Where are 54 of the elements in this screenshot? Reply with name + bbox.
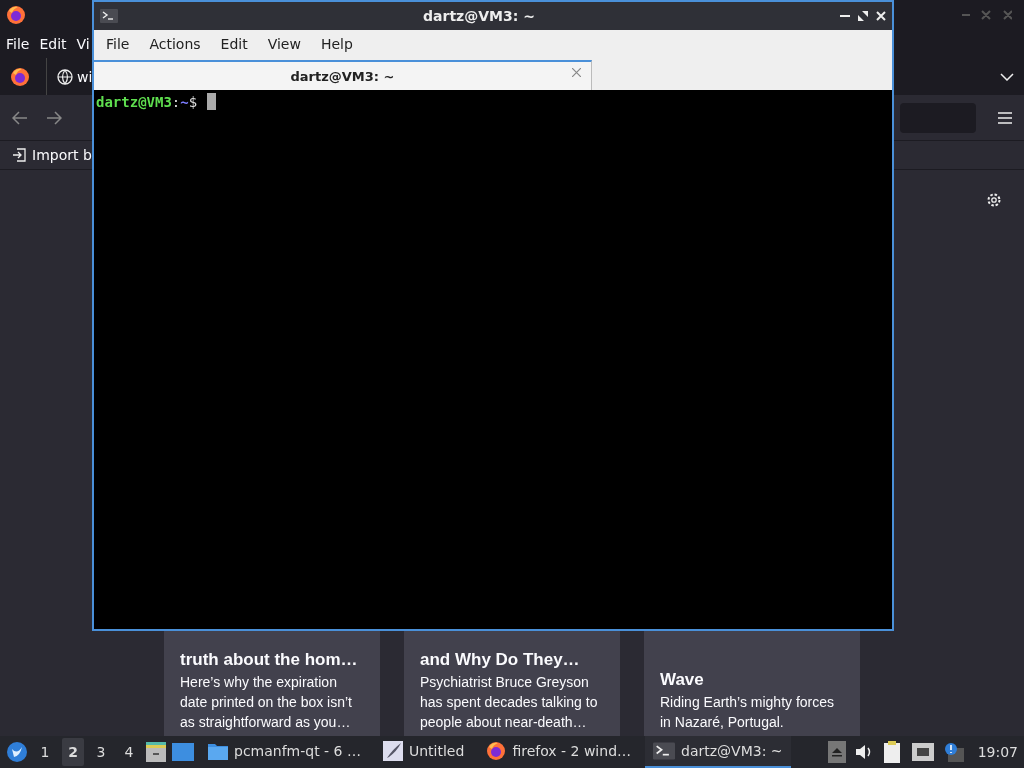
menu-item[interactable]: File (6, 36, 30, 52)
task-button[interactable]: pcmanfm-qt - 6 … (200, 736, 369, 768)
terminal-icon (100, 9, 118, 23)
clipboard-icon[interactable] (883, 741, 902, 763)
forward-arrow-icon[interactable] (46, 110, 62, 125)
eject-icon[interactable] (827, 741, 846, 763)
tab-title[interactable]: wi (77, 68, 93, 85)
menu-icon[interactable] (998, 111, 1012, 124)
story-card[interactable]: and Why Do They… Psychiatrist Bruce Greyson has spent decades talking to people about near-death… (404, 631, 620, 736)
settings-icon[interactable] (986, 192, 1002, 208)
story-card[interactable]: truth about the hom… Here’s why the expiration date printed on the box isn’t as straightforward as you… (164, 631, 380, 736)
story-excerpt: Riding Earth’s mighty forces in Nazaré, Portugal. (660, 693, 836, 732)
globe-icon (57, 68, 73, 85)
workspace-button[interactable]: 1 (34, 738, 56, 766)
start-menu-icon[interactable] (6, 741, 28, 763)
file-cabinet-icon[interactable] (146, 742, 166, 762)
import-icon (12, 148, 26, 162)
text-cursor (207, 93, 217, 110)
network-icon[interactable] (911, 743, 934, 761)
import-bookmarks-label[interactable]: Import b (32, 147, 92, 163)
story-title: and Why Do They… (420, 649, 581, 671)
task-button[interactable]: Untitled (375, 736, 473, 768)
story-card[interactable]: Wave Riding Earth’s mighty forces in Nazaré, Portugal. (644, 631, 860, 736)
story-excerpt: Psychiatrist Bruce Greyson has spent decades talking to people about near-death… (420, 673, 599, 732)
menu-item[interactable]: Vi (76, 36, 90, 52)
folder-icon (208, 742, 228, 760)
workspace-button[interactable]: 2 (62, 738, 84, 766)
story-excerpt: Here’s why the expiration date printed on the box isn’t as straightforward as you… (180, 673, 353, 732)
shell-prompt: dartz@VM3:~$ (96, 94, 198, 110)
story-title: truth about the hom… (180, 649, 359, 671)
clock: 19:07 (977, 744, 1018, 760)
menu-item[interactable]: View (259, 36, 309, 52)
menu-item[interactable]: Actions (141, 36, 209, 52)
story-title: Wave (660, 669, 705, 691)
notification-icon[interactable] (943, 742, 964, 762)
back-arrow-icon[interactable] (12, 110, 28, 125)
window-controls-icon (962, 10, 1012, 20)
workspace-button[interactable]: 4 (118, 738, 140, 766)
menu-item[interactable]: Help (312, 36, 361, 52)
menu-item[interactable]: File (98, 36, 138, 52)
firefox-icon (10, 66, 30, 87)
firefox-icon (486, 741, 507, 761)
quill-document-icon (383, 741, 403, 761)
maximize-icon[interactable] (858, 11, 868, 21)
chevron-down-icon[interactable] (1000, 72, 1014, 81)
terminal-tab[interactable]: dartz@VM3: ~ (94, 60, 592, 90)
workspace-button[interactable]: 3 (90, 738, 112, 766)
task-button[interactable]: dartz@VM3: ~ (645, 736, 791, 768)
menu-item[interactable]: Edit (39, 36, 67, 52)
menu-item[interactable]: Edit (212, 36, 256, 52)
firefox-icon (6, 5, 26, 25)
window-title: dartz@VM3: ~ (422, 8, 536, 24)
terminal-icon (653, 742, 675, 760)
task-button[interactable]: firefox - 2 wind… (478, 736, 639, 768)
